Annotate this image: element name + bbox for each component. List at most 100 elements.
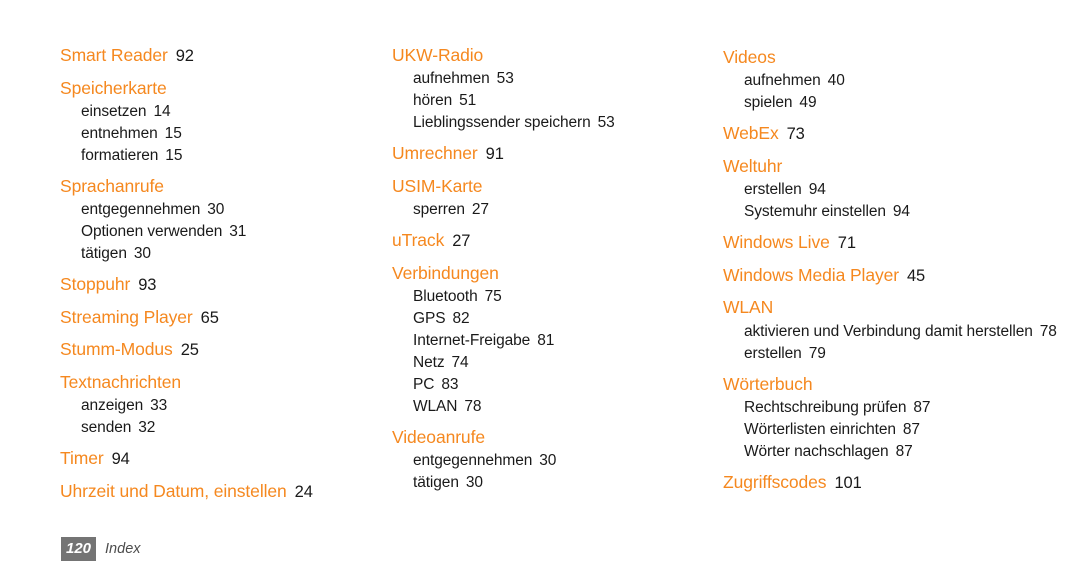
index-entry-heading[interactable]: Videoanrufe xyxy=(392,426,712,450)
index-entry-heading[interactable]: WLAN xyxy=(723,296,1063,320)
index-entry-label: Sprachanrufe xyxy=(60,175,164,196)
index-entry-page-number: 53 xyxy=(496,70,514,88)
index-entry-page-number: 30 xyxy=(465,473,483,491)
index-entry-sub[interactable]: Bluetooth 75 xyxy=(413,286,712,308)
index-entry-page-number: 73 xyxy=(786,125,805,144)
footer-section-label: Index xyxy=(105,541,141,557)
index-entry-page-number: 71 xyxy=(837,233,856,252)
index-entry-label: Umrechner xyxy=(392,143,478,164)
index-entry-heading[interactable]: Umrechner 91 xyxy=(392,142,712,167)
index-entry-sub[interactable]: Lieblingssender speichern 53 xyxy=(413,112,712,134)
page-footer: 120 Index xyxy=(61,537,141,561)
index-entry-heading[interactable]: Speicherkarte xyxy=(60,77,380,101)
index-entry-sub[interactable]: Netz 74 xyxy=(413,352,712,374)
index-group: Speicherkarte einsetzen 14 entnehmen 15 forma… xyxy=(60,77,380,167)
index-entry-sub[interactable]: Wörter nachschlagen 87 xyxy=(744,441,1063,463)
index-entry-page-number: 53 xyxy=(597,114,615,132)
index-entry-heading[interactable]: USIM-Karte xyxy=(392,175,712,199)
index-group: Videoanrufe entgegennehmen 30 tätigen 30 xyxy=(392,426,712,494)
index-entry-page-number: 24 xyxy=(294,483,313,502)
index-entry-label: Weltuhr xyxy=(723,155,783,176)
index-entry-label: Wörterlisten einrichten xyxy=(744,420,896,438)
index-entry-sub[interactable]: PC 83 xyxy=(413,374,712,396)
index-entry-label: erstellen xyxy=(744,344,802,362)
index-entry-label: Speicherkarte xyxy=(60,77,167,98)
index-entry-label: Verbindungen xyxy=(392,262,499,283)
index-entry-heading[interactable]: uTrack 27 xyxy=(392,229,712,254)
index-entry-heading[interactable]: Sprachanrufe xyxy=(60,175,380,199)
index-entry-sub[interactable]: erstellen 94 xyxy=(744,179,1063,201)
index-entry-page-number: 87 xyxy=(895,442,913,460)
index-entry-label: Netz xyxy=(413,353,445,371)
index-entry-label: Rechtschreibung prüfen xyxy=(744,398,907,416)
index-entry-sub[interactable]: sperren 27 xyxy=(413,199,712,221)
index-entry-page-number: 49 xyxy=(799,94,817,112)
index-entry-heading[interactable]: Zugriffscodes 101 xyxy=(723,471,1063,496)
index-entry-heading[interactable]: Stumm-Modus 25 xyxy=(60,338,380,363)
index-entry-label: GPS xyxy=(413,309,446,327)
index-entry-label: USIM-Karte xyxy=(392,175,483,196)
index-entry-heading[interactable]: Timer 94 xyxy=(60,447,380,472)
index-entry-sub[interactable]: formatieren 15 xyxy=(81,145,380,167)
index-entry-page-number: 25 xyxy=(180,341,199,360)
index-group: Windows Media Player 45 xyxy=(723,264,1063,289)
index-entry-page-number: 92 xyxy=(175,47,194,65)
index-entry-sub[interactable]: aufnehmen 53 xyxy=(413,68,712,90)
index-entry-sub[interactable]: Optionen verwenden 31 xyxy=(81,221,380,243)
index-entry-sub[interactable]: entnehmen 15 xyxy=(81,123,380,145)
index-entry-label: Zugriffscodes xyxy=(723,471,827,492)
index-entry-sub[interactable]: spielen 49 xyxy=(744,92,1063,114)
index-entry-heading[interactable]: Wörterbuch xyxy=(723,373,1063,397)
index-entry-heading[interactable]: Stoppuhr 93 xyxy=(60,273,380,298)
index-entry-sub[interactable]: erstellen 79 xyxy=(744,343,1063,365)
index-entry-sub[interactable]: GPS 82 xyxy=(413,308,712,330)
index-entry-heading[interactable]: WebEx 73 xyxy=(723,122,1063,147)
index-entry-label: Lieblingssender speichern xyxy=(413,114,591,132)
index-entry-page-number: 31 xyxy=(229,222,247,240)
index-entry-label: aufnehmen xyxy=(744,72,821,90)
index-entry-label: entgegennehmen xyxy=(413,451,533,469)
index-entry-sub[interactable]: WLAN 78 xyxy=(413,396,712,418)
index-entry-label: sperren xyxy=(413,200,465,218)
index-entry-label: Internet-Freigabe xyxy=(413,331,531,349)
index-entry-heading[interactable]: UKW-Radio xyxy=(392,44,712,68)
index-entry-label: aufnehmen xyxy=(413,70,490,88)
index-entry-heading[interactable]: Videos xyxy=(723,46,1063,70)
index-entry-heading[interactable]: Verbindungen xyxy=(392,262,712,286)
index-entry-heading[interactable]: Weltuhr xyxy=(723,155,1063,179)
index-entry-heading[interactable]: Windows Media Player 45 xyxy=(723,264,1063,289)
index-entry-page-number: 33 xyxy=(150,397,168,415)
index-entry-label: spielen xyxy=(744,94,793,112)
index-entry-label: Systemuhr einstellen xyxy=(744,202,886,220)
index-entry-page-number: 78 xyxy=(1039,322,1057,340)
index-entry-sub[interactable]: hören 51 xyxy=(413,90,712,112)
index-entry-sub[interactable]: tätigen 30 xyxy=(413,472,712,494)
index-entry-heading[interactable]: Streaming Player 65 xyxy=(60,306,380,331)
index-entry-heading[interactable]: Smart Reader 92 xyxy=(60,44,380,69)
index-entry-sub[interactable]: aufnehmen 40 xyxy=(744,70,1063,92)
index-entry-sub[interactable]: anzeigen 33 xyxy=(81,395,380,417)
index-entry-page-number: 94 xyxy=(892,202,910,220)
index-group: Sprachanrufe entgegennehmen 30 Optionen ver… xyxy=(60,175,380,265)
index-entry-sub[interactable]: einsetzen 14 xyxy=(81,101,380,123)
index-entry-sub[interactable]: Wörterlisten einrichten 87 xyxy=(744,419,1063,441)
index-entry-sub[interactable]: aktivieren und Verbindung damit herstell… xyxy=(744,321,1063,343)
index-group: Stumm-Modus 25 xyxy=(60,338,380,363)
index-entry-sub[interactable]: entgegennehmen 30 xyxy=(81,199,380,221)
index-entry-sub[interactable]: tätigen 30 xyxy=(81,243,380,265)
index-entry-label: Bluetooth xyxy=(413,287,478,305)
index-entry-sub[interactable]: Internet-Freigabe 81 xyxy=(413,330,712,352)
index-entry-page-number: 14 xyxy=(153,102,171,120)
index-entry-sub[interactable]: senden 32 xyxy=(81,417,380,439)
index-entry-heading[interactable]: Uhrzeit und Datum, einstellen 24 xyxy=(60,480,380,505)
index-entry-label: hören xyxy=(413,92,453,110)
index-entry-heading[interactable]: Textnachrichten xyxy=(60,371,380,395)
index-entry-label: Windows Live xyxy=(723,231,830,252)
index-entry-label: Videos xyxy=(723,47,776,67)
index-entry-page-number: 79 xyxy=(808,344,826,362)
index-entry-sub[interactable]: Systemuhr einstellen 94 xyxy=(744,201,1063,223)
index-entry-heading[interactable]: Windows Live 71 xyxy=(723,231,1063,256)
index-entry-sub[interactable]: Rechtschreibung prüfen 87 xyxy=(744,397,1063,419)
index-entry-label: aktivieren und Verbindung damit herstell… xyxy=(744,322,1033,340)
index-entry-sub[interactable]: entgegennehmen 30 xyxy=(413,450,712,472)
